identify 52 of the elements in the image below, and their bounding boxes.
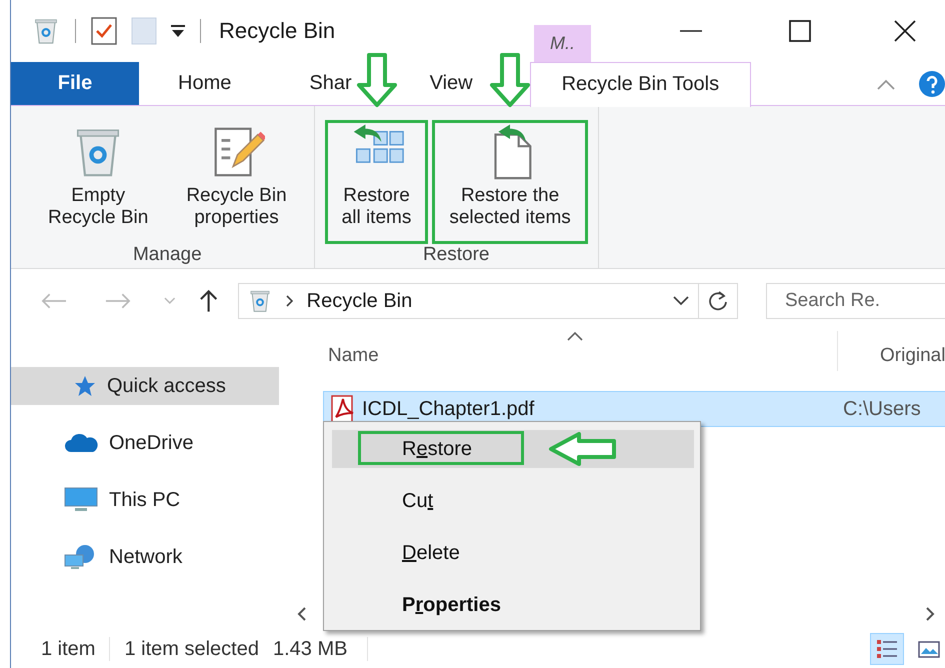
ribbon-tab[interactable]: Home [174, 62, 236, 105]
sidebar-item[interactable]: This PC [11, 481, 279, 519]
details-view-button[interactable] [870, 633, 904, 665]
checklist-icon [90, 16, 118, 46]
item-count: 1 item [41, 638, 96, 660]
collapse-ribbon-icon[interactable] [876, 78, 896, 90]
ribbon-button[interactable]: Empty Recycle Bin [31, 120, 166, 244]
up-icon[interactable] [198, 289, 220, 313]
file-name: ICDL_Chapter1.pdf [362, 398, 534, 420]
ribbon-tab[interactable]: Shar [305, 62, 356, 105]
search-field[interactable]: Search Re. [766, 283, 945, 319]
group-label: Restore [422, 244, 490, 267]
menu-item[interactable]: Delete [332, 534, 694, 572]
contextual-tab-label: M.. [534, 25, 591, 62]
sidebar-item[interactable]: Quick access [11, 367, 279, 405]
sidebar-item[interactable]: OneDrive [11, 424, 279, 462]
group-label: Manage [132, 244, 203, 267]
cloud-icon [63, 432, 99, 454]
left-arrow [547, 432, 617, 466]
help-icon[interactable] [918, 70, 945, 98]
scroll-right-icon[interactable] [924, 606, 936, 622]
file-row[interactable]: ICDL_Chapter1.pdf C:\Users [323, 391, 945, 427]
ribbon-tab[interactable]: File [11, 62, 139, 105]
ribbon-button[interactable]: Restore all items [324, 120, 428, 244]
ribbon-button[interactable]: Restore the selected items [432, 120, 588, 244]
column-header[interactable]: Original [838, 341, 945, 371]
dropdown-chevron-icon[interactable] [672, 295, 690, 307]
selection-size: 1.43 MB [272, 638, 348, 660]
ribbon-button[interactable]: Recycle Bin properties [169, 120, 304, 244]
address-path: Recycle Bin [306, 290, 412, 312]
star-icon [73, 374, 97, 398]
ribbon-tab[interactable]: View [426, 62, 477, 105]
dropdown-caret-icon [170, 24, 186, 38]
address-bar[interactable]: Recycle Bin [238, 283, 738, 319]
maximize-button[interactable] [787, 18, 813, 44]
scroll-left-icon[interactable] [296, 606, 308, 622]
menu-item[interactable]: Cut [332, 482, 694, 520]
monitor-icon [63, 486, 99, 514]
column-header[interactable]: Name [286, 331, 838, 371]
details-list-icon [875, 637, 899, 661]
sidebar-item[interactable]: Network [11, 538, 279, 576]
window-title: Recycle Bin [219, 18, 336, 44]
pdf-file-icon [330, 395, 356, 423]
document-icon [130, 16, 158, 46]
refresh-icon[interactable] [707, 290, 729, 312]
sort-ascending-icon [566, 331, 584, 341]
close-button[interactable] [892, 18, 918, 44]
menu-item[interactable]: Properties [332, 586, 694, 624]
ribbon-tab[interactable]: Recycle Bin Tools [530, 62, 752, 106]
breadcrumb-chevron-icon [284, 294, 295, 308]
selection-count: 1 item selected [124, 638, 259, 660]
table-cell-text: C:\Users [842, 398, 921, 420]
